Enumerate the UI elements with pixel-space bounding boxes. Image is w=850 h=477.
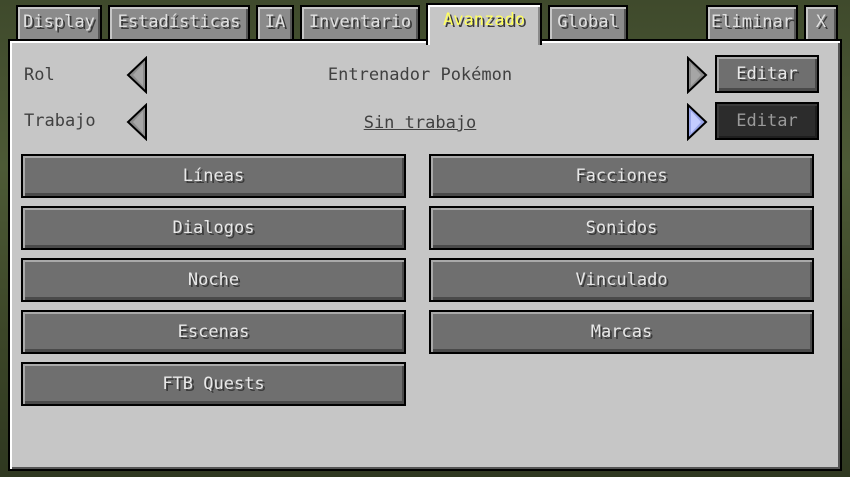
tab-inventario[interactable]: Inventario	[300, 5, 420, 41]
tab-display[interactable]: Display	[16, 5, 102, 41]
ftb-quests-button[interactable]: FTB Quests	[21, 362, 406, 406]
lineas-button[interactable]: Líneas	[21, 154, 406, 198]
escenas-button[interactable]: Escenas	[21, 310, 406, 354]
noche-button[interactable]: Noche	[21, 258, 406, 302]
role-next-arrow-icon[interactable]	[684, 56, 710, 94]
role-label: Rol	[24, 65, 55, 85]
job-label: Trabajo	[24, 111, 96, 131]
marcas-button[interactable]: Marcas	[429, 310, 814, 354]
sonidos-button[interactable]: Sonidos	[429, 206, 814, 250]
tab-eliminar[interactable]: Eliminar	[706, 5, 798, 41]
role-edit-button[interactable]: Editar	[715, 55, 819, 93]
role-prev-arrow-icon[interactable]	[124, 56, 150, 94]
role-value: Entrenador Pokémon	[327, 65, 513, 85]
vinculado-button[interactable]: Vinculado	[429, 258, 814, 302]
facciones-button[interactable]: Facciones	[429, 154, 814, 198]
job-prev-arrow-icon[interactable]	[124, 103, 150, 141]
dialogos-button[interactable]: Dialogos	[21, 206, 406, 250]
job-edit-button[interactable]: Editar	[715, 102, 819, 140]
job-next-arrow-icon[interactable]	[684, 103, 710, 141]
tab-ia[interactable]: IA	[256, 5, 294, 41]
tab-estadisticas[interactable]: Estadísticas	[108, 5, 250, 41]
tab-close[interactable]: X	[804, 5, 838, 41]
tab-avanzado[interactable]: Avanzado	[426, 3, 542, 45]
job-value[interactable]: Sin trabajo	[160, 113, 680, 133]
advanced-panel: Rol Entrenador Pokémon Editar Trabajo Si…	[8, 39, 842, 471]
tab-global[interactable]: Global	[548, 5, 628, 41]
